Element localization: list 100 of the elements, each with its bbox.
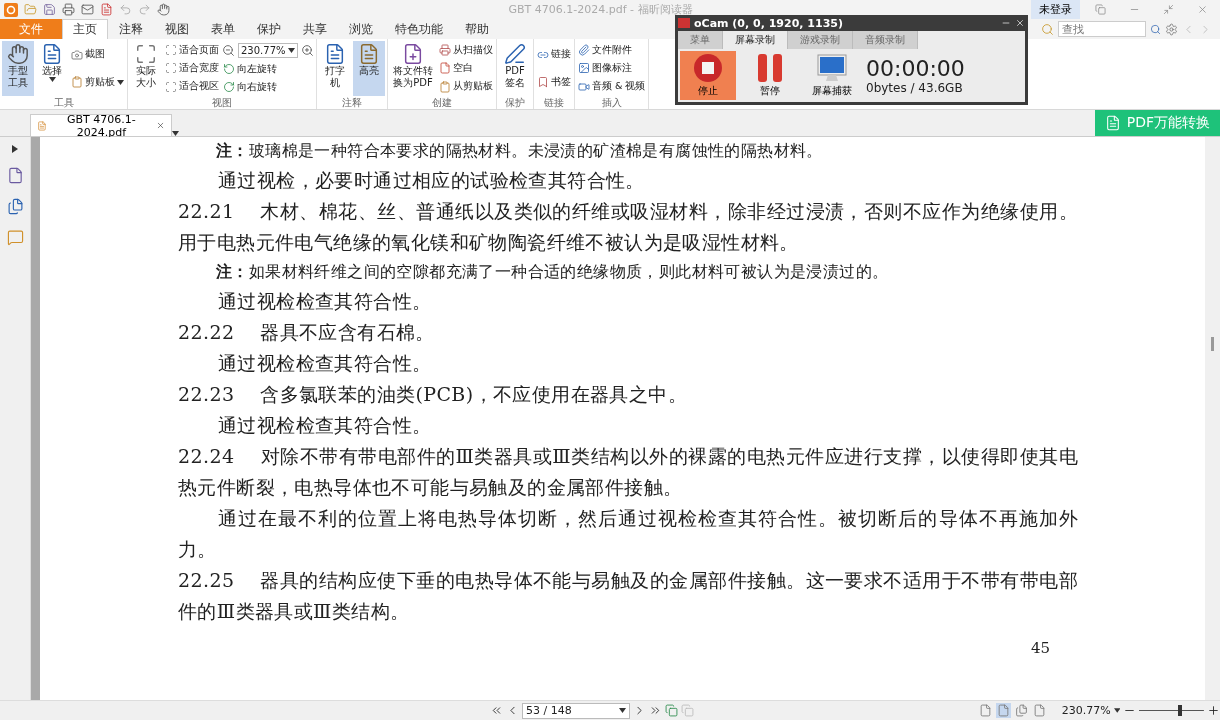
zoom-level: 230.77%: [1061, 704, 1111, 717]
recorder-tab[interactable]: 游戏录制: [788, 31, 853, 49]
stop-icon: [693, 53, 723, 83]
recorder-tab[interactable]: 音频录制: [853, 31, 918, 49]
recorder-button[interactable]: 屏幕捕获: [804, 51, 860, 100]
pages-icon[interactable]: [6, 198, 24, 215]
ribbon-button[interactable]: 向左旋转: [222, 63, 314, 76]
monitor-icon: [817, 53, 847, 83]
folder-icon[interactable]: [24, 3, 37, 16]
ribbon-button[interactable]: 从扫描仪: [438, 43, 494, 57]
pages-icon: [665, 704, 678, 717]
ribbon-button[interactable]: 高亮: [353, 41, 385, 96]
pdf-icon[interactable]: [100, 3, 113, 16]
ribbon-button[interactable]: 链接: [536, 48, 572, 62]
timer: 00:00:00: [866, 56, 965, 81]
ribbon-tab[interactable]: 视图: [154, 19, 200, 39]
image-icon: [578, 62, 590, 75]
view-mode-button[interactable]: [995, 703, 1011, 718]
expand-icon[interactable]: [12, 145, 18, 153]
caret-icon: [1113, 708, 1121, 713]
ribbon-button[interactable]: 手型工具: [2, 41, 34, 96]
restore-icon: [1162, 4, 1174, 15]
ribbon-button[interactable]: 将文件转换为PDF: [390, 41, 436, 96]
ribbon-button[interactable]: PDF签名: [499, 41, 531, 96]
page-layout-icon: [978, 704, 992, 717]
rotate-right-icon: [223, 81, 235, 94]
redo-icon[interactable]: [138, 3, 151, 16]
page-field[interactable]: 53 / 148: [522, 702, 630, 719]
ribbon-button[interactable]: 空白: [438, 62, 494, 75]
paragraph: 22.21 木材、棉花、丝、普通纸以及类似的纤维或吸湿材料，除非经过浸渍，否则不应作为绝缘使用。用于电热元件电气绝缘的氧化镁和矿物陶瓷纤维不被认为是吸湿性材料。: [178, 199, 1078, 255]
ribbon-button[interactable]: 书签: [536, 75, 572, 89]
recorder-logo-icon: [678, 18, 690, 28]
recorder-tab[interactable]: 菜单: [678, 31, 723, 49]
save-icon[interactable]: [43, 3, 56, 16]
fit-page-icon: [165, 44, 177, 57]
ribbon-button[interactable]: 打字机: [319, 41, 351, 96]
view-mode-button[interactable]: [1013, 703, 1029, 718]
ribbon-button[interactable]: 适合页面: [164, 43, 220, 57]
ribbon-tab[interactable]: 特色功能: [384, 19, 454, 39]
next-view-button[interactable]: [681, 704, 694, 717]
ribbon-tab[interactable]: 保护: [246, 19, 292, 39]
undo-icon[interactable]: [119, 3, 132, 16]
settings-icon[interactable]: [1165, 22, 1178, 36]
ribbon-button[interactable]: 音频 & 视频: [577, 80, 647, 94]
first-page-button[interactable]: [490, 704, 503, 717]
ribbon-button[interactable]: 实际大小: [130, 41, 162, 96]
slider-thumb[interactable]: [1178, 705, 1183, 716]
paragraph: 通过视检检查其符合性。: [217, 351, 433, 376]
hand-icon[interactable]: [157, 3, 170, 16]
print-icon[interactable]: [62, 3, 75, 16]
window-title: GBT 4706.1-2024.pdf - 福昕阅读器: [507, 2, 694, 17]
zoom-in-button[interactable]: [1207, 704, 1220, 717]
ribbon-button[interactable]: 剪贴板: [70, 75, 125, 89]
page-number: 45: [1029, 639, 1050, 657]
scrollbar-thumb[interactable]: [1211, 337, 1214, 351]
ribbon-button[interactable]: 截图: [70, 48, 125, 62]
pdf-file-icon: [37, 119, 47, 132]
rotate-left-icon: [223, 63, 235, 76]
ribbon-tab[interactable]: 表单: [200, 19, 246, 39]
ribbon-button[interactable]: 从剪贴板: [438, 80, 494, 94]
recorder-button[interactable]: 暂停: [742, 51, 798, 100]
login-button[interactable]: 未登录: [1031, 0, 1080, 19]
ribbon-button[interactable]: 向右旋转: [222, 80, 314, 94]
recorder-title: oCam (0, 0, 1920, 1135): [694, 16, 844, 30]
pause-icon: [757, 53, 783, 83]
search-icon[interactable]: [1150, 23, 1161, 35]
blank-page-icon: [439, 62, 451, 75]
previous-view-button[interactable]: [665, 704, 678, 717]
file-icon: [402, 43, 424, 65]
group-label: 注释: [341, 96, 363, 109]
last-page-button[interactable]: [649, 704, 662, 717]
group-label: 插入: [600, 96, 623, 109]
zoom-out-icon[interactable]: [222, 44, 235, 58]
comment-icon[interactable]: [6, 229, 24, 246]
page-layout-icon: [1032, 704, 1046, 717]
mail-icon[interactable]: [81, 3, 94, 16]
folder-search-icon[interactable]: [1041, 22, 1054, 36]
search-field[interactable]: 查找: [1058, 21, 1146, 37]
ribbon-tab[interactable]: 浏览: [338, 19, 384, 39]
ribbon-tab[interactable]: 帮助: [454, 19, 500, 39]
group-label: 链接: [543, 96, 565, 109]
ribbon-button[interactable]: 选择: [36, 41, 68, 96]
ribbon-button[interactable]: 适合视区: [164, 80, 220, 94]
pen-icon: [504, 43, 526, 65]
ribbon-tab[interactable]: 主页: [62, 19, 108, 39]
recorder-button[interactable]: 停止: [680, 51, 736, 100]
ribbon-tab[interactable]: 注释: [108, 19, 154, 39]
zoom-select[interactable]: 230.77%: [238, 43, 298, 59]
ribbon-button[interactable]: 适合宽度: [164, 62, 220, 75]
document-tab[interactable]: GBT 4706.1-2024.pdf: [30, 114, 172, 136]
paragraph: 22.23 含多氯联苯的油类(PCB)，不应使用在器具之中。: [178, 382, 688, 407]
note-text: 注：玻璃棉是一种符合本要求的隔热材料。未浸渍的矿渣棉是有腐蚀性的隔热材料。: [215, 140, 824, 162]
zoom-in-icon[interactable]: [301, 44, 314, 58]
ribbon-tab[interactable]: 共享: [292, 19, 338, 39]
group-label: 工具: [52, 96, 75, 109]
ribbon-button[interactable]: 文件附件: [577, 43, 647, 57]
fit-width-icon: [165, 62, 177, 75]
close-icon[interactable]: [1015, 18, 1025, 28]
caret-icon: [288, 48, 295, 54]
ribbon-button[interactable]: 图像标注: [577, 62, 647, 75]
